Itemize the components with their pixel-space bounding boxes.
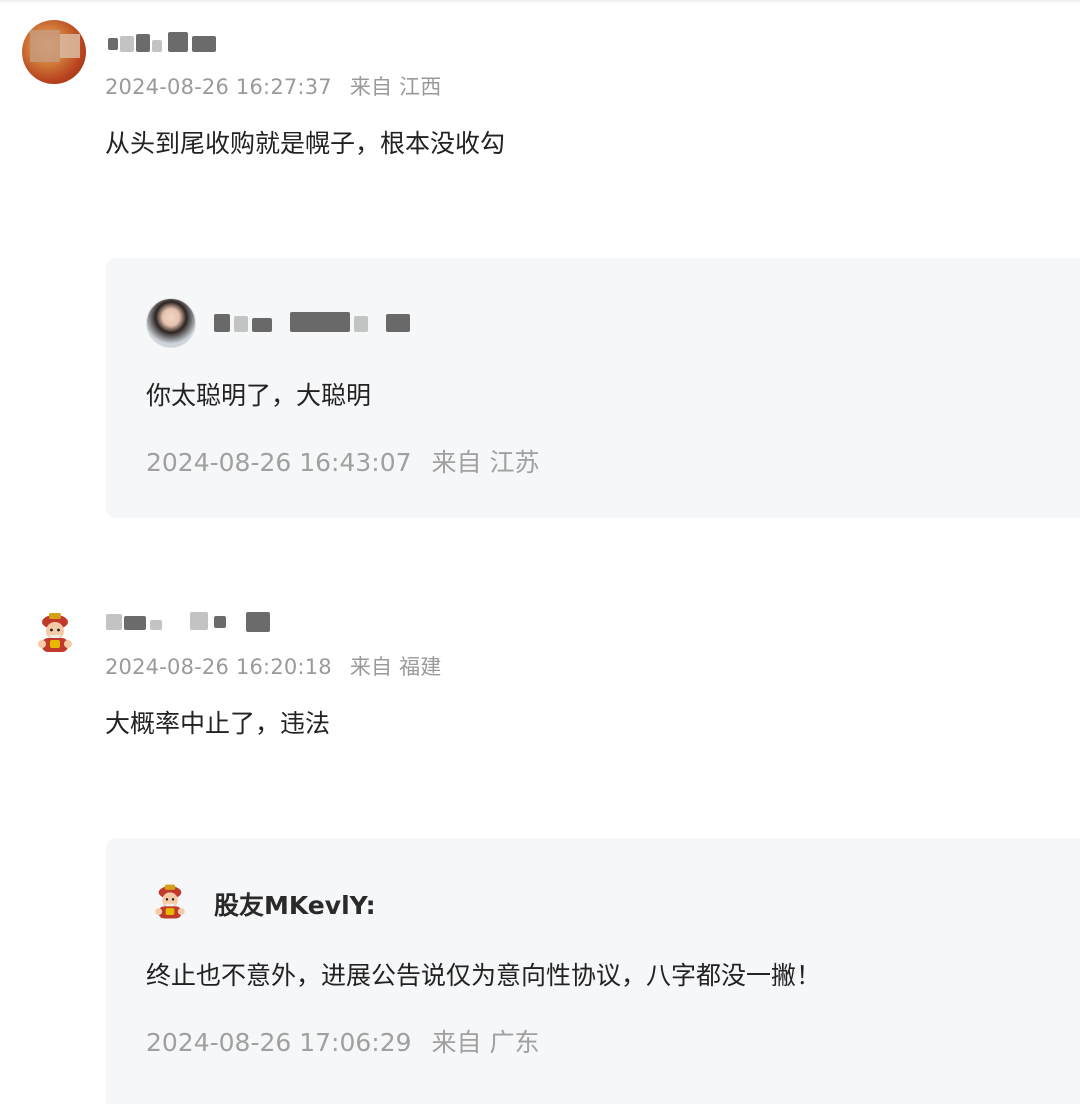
reply-location: 来自 广东 <box>431 1028 540 1057</box>
reply-location: 来自 江苏 <box>431 448 540 477</box>
comment-meta: 2024-08-26 16:27:37 来自 江西 <box>105 71 442 101</box>
comment-text: 从头到尾收购就是幌子，根本没收勾 <box>105 129 506 158</box>
comment-location: 来自 江西 <box>349 75 442 99</box>
reply-text: 终止也不意外，进展公告说仅为意向性协议，八字都没一撇！ <box>146 961 822 990</box>
reply-text: 你太聪明了，大聪明 <box>146 381 372 410</box>
reply-box: 股友MKevlY: 终止也不意外，进展公告说仅为意向性协议，八字都没一撇！ 20… <box>106 838 1080 1104</box>
reply-author-redacted[interactable] <box>214 310 434 334</box>
author-name-redacted[interactable] <box>106 610 270 632</box>
top-divider <box>0 0 1080 4</box>
comment-location: 来自 福建 <box>349 655 442 679</box>
comment-text: 大概率中止了，违法 <box>105 709 331 738</box>
reply-author[interactable]: 股友MKevlY: <box>214 886 376 922</box>
reply-meta: 2024-08-26 17:06:29 来自 广东 <box>146 1023 539 1059</box>
fortune-god-avatar-icon[interactable] <box>32 610 78 656</box>
comment-meta: 2024-08-26 16:20:18 来自 福建 <box>105 651 442 681</box>
author-name-redacted[interactable] <box>106 32 226 52</box>
reply-avatar-icon[interactable] <box>146 298 196 348</box>
comment-time: 2024-08-26 16:20:18 <box>105 655 332 679</box>
reply-time: 2024-08-26 17:06:29 <box>146 1028 412 1057</box>
reply-box: 你太聪明了，大聪明 2024-08-26 16:43:07 来自 江苏 <box>106 258 1080 518</box>
reply-time: 2024-08-26 16:43:07 <box>146 448 412 477</box>
fortune-god-avatar-icon[interactable] <box>150 882 190 922</box>
user-avatar-icon[interactable] <box>22 20 86 84</box>
reply-meta: 2024-08-26 16:43:07 来自 江苏 <box>146 443 539 479</box>
comment-time: 2024-08-26 16:27:37 <box>105 75 332 99</box>
